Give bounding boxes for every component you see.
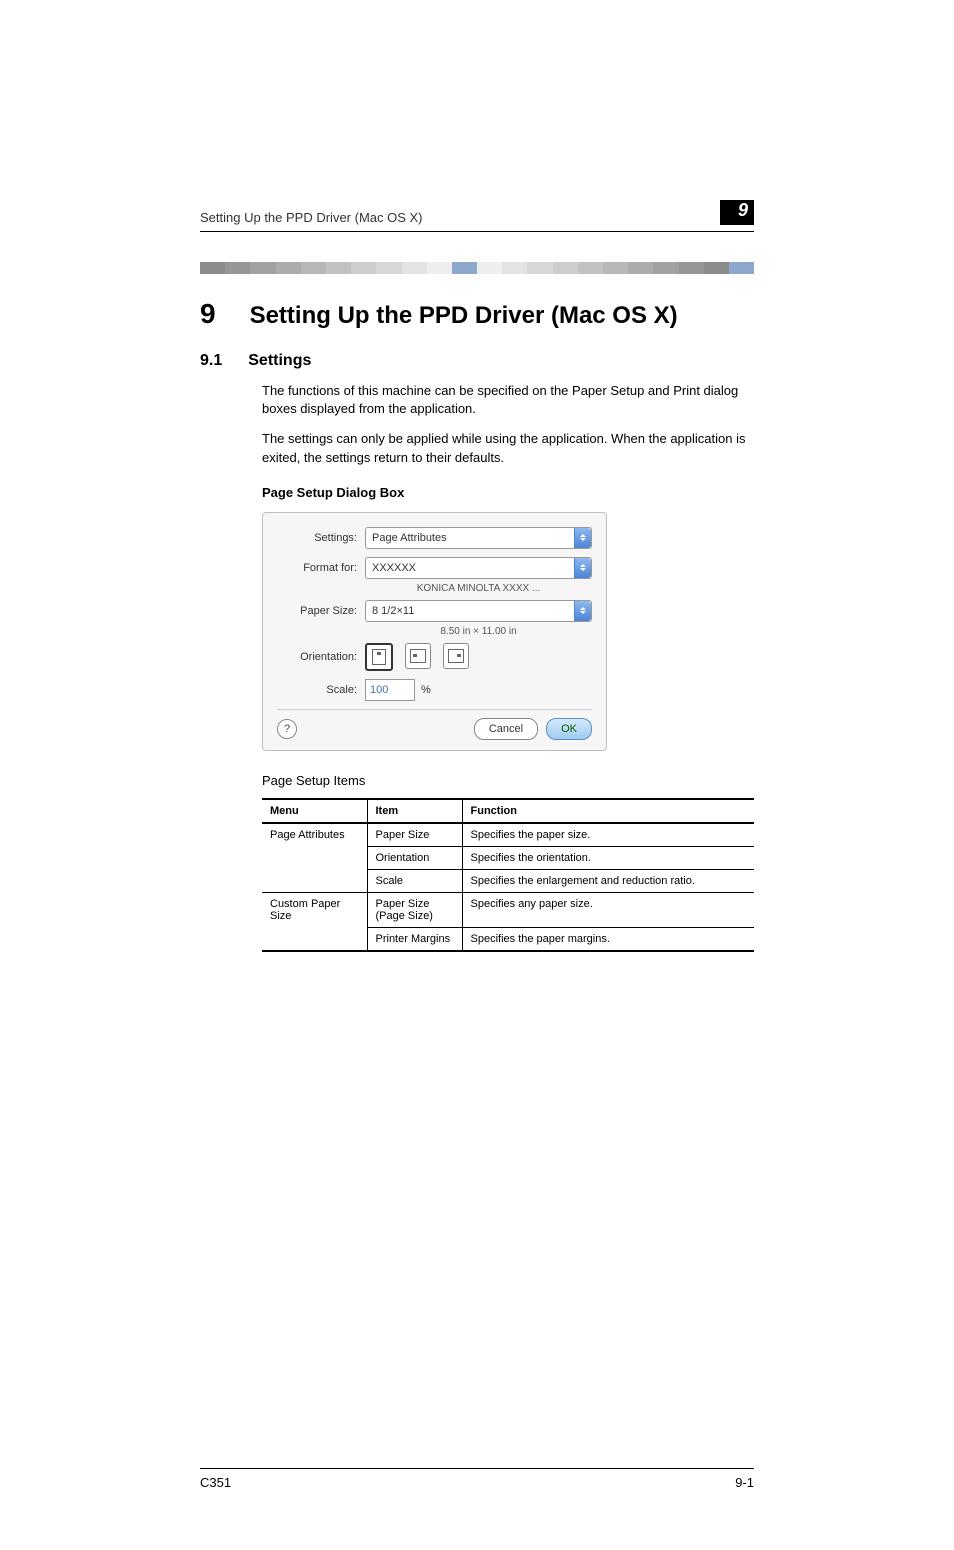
cell-function: Specifies any paper size. — [462, 892, 754, 927]
paper-size-select[interactable]: 8 1/2×11 — [365, 600, 592, 622]
cell-item: Paper Size (Page Size) — [367, 892, 462, 927]
cell-item: Paper Size — [367, 823, 462, 847]
cell-menu: Custom Paper Size — [262, 892, 367, 951]
paper-size-subtext: 8.50 in × 11.00 in — [365, 626, 592, 637]
scale-input[interactable]: 100 — [365, 679, 415, 701]
format-for-value: XXXXXX — [372, 562, 416, 574]
chapter-badge: 9 — [720, 200, 754, 225]
format-for-label: Format for: — [277, 562, 365, 574]
settings-label: Settings: — [277, 532, 365, 544]
paper-size-value: 8 1/2×11 — [372, 605, 414, 617]
orientation-portrait-button[interactable] — [365, 643, 393, 671]
help-button[interactable]: ? — [277, 719, 297, 739]
th-function: Function — [462, 799, 754, 823]
landscape-icon — [410, 649, 426, 663]
orientation-label: Orientation: — [277, 651, 365, 663]
decorative-bar — [200, 262, 754, 274]
running-header: Setting Up the PPD Driver (Mac OS X) — [200, 210, 423, 225]
cell-function: Specifies the paper margins. — [462, 927, 754, 951]
settings-value: Page Attributes — [372, 532, 447, 544]
cell-function: Specifies the paper size. — [462, 823, 754, 847]
ok-button[interactable]: OK — [546, 718, 592, 740]
page-setup-dialog: Settings: Page Attributes Format for: XX… — [262, 512, 607, 751]
dropdown-arrows-icon — [574, 528, 591, 548]
cell-item: Scale — [367, 869, 462, 892]
cell-item: Orientation — [367, 846, 462, 869]
cell-menu: Page Attributes — [262, 823, 367, 893]
portrait-icon — [372, 649, 386, 665]
paragraph: The functions of this machine can be spe… — [262, 382, 754, 418]
format-for-select[interactable]: XXXXXX — [365, 557, 592, 579]
cell-function: Specifies the enlargement and reduction … — [462, 869, 754, 892]
table-row: Custom Paper Size Paper Size (Page Size)… — [262, 892, 754, 927]
scale-unit: % — [421, 684, 431, 696]
dropdown-arrows-icon — [574, 601, 591, 621]
heading-2: 9.1 Settings — [200, 352, 754, 370]
paragraph: The settings can only be applied while u… — [262, 430, 754, 466]
footer-left: C351 — [200, 1475, 231, 1490]
orientation-reverse-landscape-button[interactable] — [443, 643, 469, 669]
settings-select[interactable]: Page Attributes — [365, 527, 592, 549]
th-menu: Menu — [262, 799, 367, 823]
h1-number: 9 — [200, 298, 216, 330]
page-setup-items-table: Menu Item Function Page Attributes Paper… — [262, 798, 754, 952]
cancel-button[interactable]: Cancel — [474, 718, 538, 740]
orientation-landscape-button[interactable] — [405, 643, 431, 669]
dialog-divider — [277, 709, 592, 710]
subheading: Page Setup Dialog Box — [262, 485, 754, 500]
cell-item: Printer Margins — [367, 927, 462, 951]
format-for-subtext: KONICA MINOLTA XXXX ... — [365, 583, 592, 594]
table-caption: Page Setup Items — [262, 773, 754, 788]
h2-number: 9.1 — [200, 352, 222, 370]
cell-function: Specifies the orientation. — [462, 846, 754, 869]
dropdown-arrows-icon — [574, 558, 591, 578]
h2-text: Settings — [248, 352, 311, 370]
heading-1: 9 Setting Up the PPD Driver (Mac OS X) — [200, 298, 754, 330]
h1-text: Setting Up the PPD Driver (Mac OS X) — [250, 302, 678, 330]
footer-right: 9-1 — [735, 1475, 754, 1490]
table-row: Page Attributes Paper Size Specifies the… — [262, 823, 754, 847]
reverse-landscape-icon — [448, 649, 464, 663]
header-rule — [200, 231, 754, 232]
paper-size-label: Paper Size: — [277, 605, 365, 617]
scale-label: Scale: — [277, 684, 365, 696]
th-item: Item — [367, 799, 462, 823]
